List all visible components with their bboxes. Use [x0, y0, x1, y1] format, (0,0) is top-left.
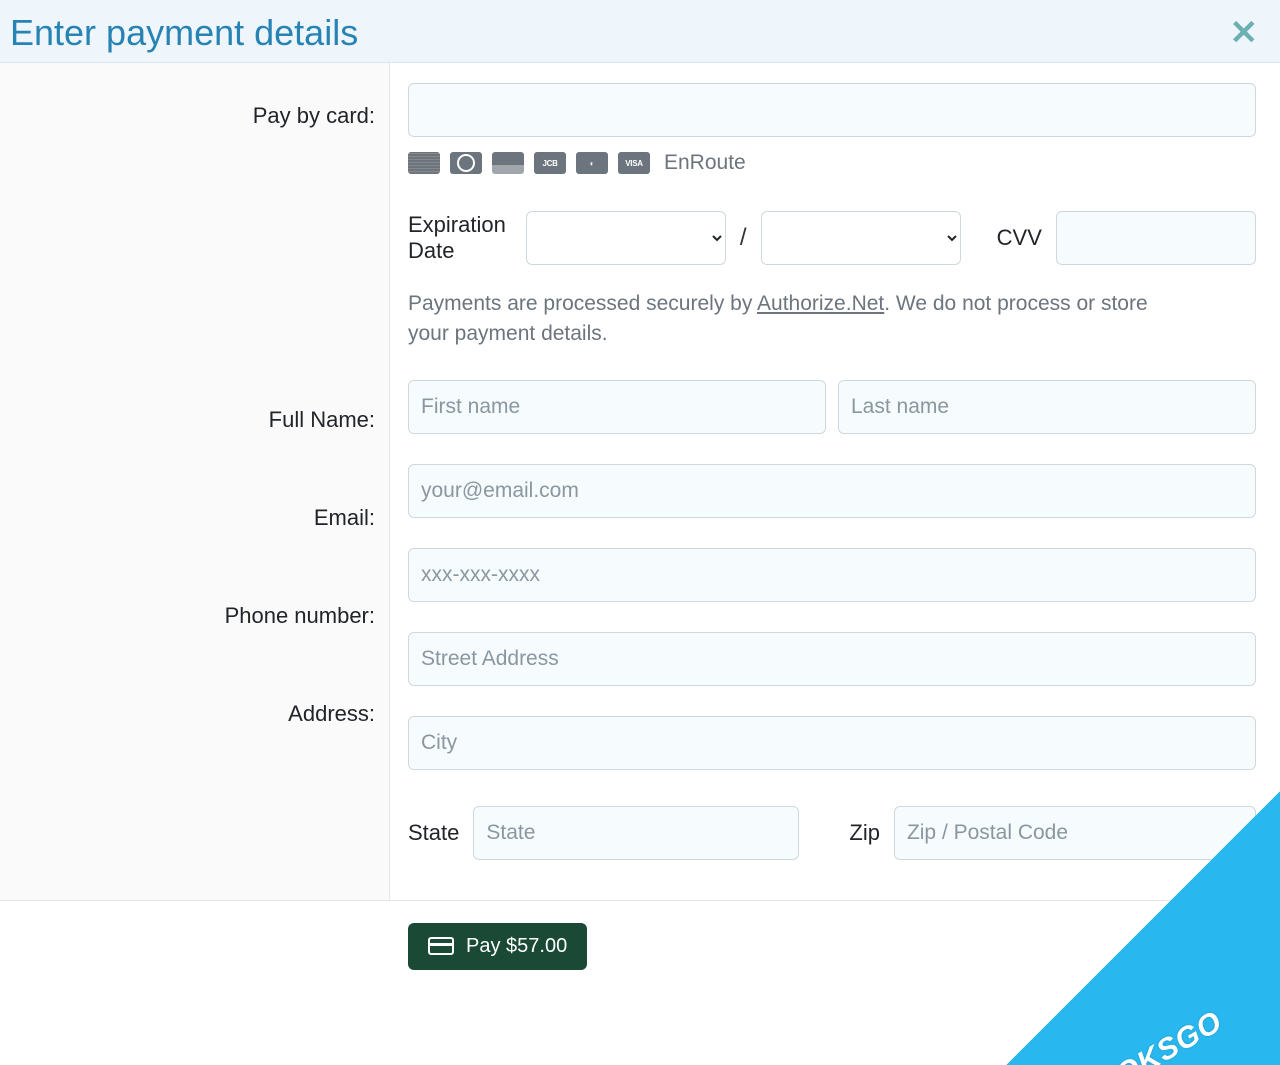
footer: Pay $57.00 [0, 900, 1280, 970]
street-input[interactable] [408, 632, 1256, 686]
close-icon[interactable]: ✕ [1222, 12, 1267, 54]
address-section: State Zip [408, 632, 1256, 860]
zip-input[interactable] [894, 806, 1256, 860]
security-note: Payments are processed securely by Autho… [408, 289, 1168, 350]
enroute-label: EnRoute [664, 151, 746, 175]
card-section: JCB ◐ VISA EnRoute Expiration Date / CVV… [408, 83, 1256, 350]
modal-body: Pay by card: Full Name: Email: Phone num… [0, 63, 1280, 970]
phone-input[interactable] [408, 548, 1256, 602]
email-input[interactable] [408, 464, 1256, 518]
modal-header: Enter payment details ✕ [0, 0, 1280, 63]
jcb-icon: JCB [534, 152, 566, 174]
full-name-label: Full Name: [269, 407, 375, 433]
exp-month-select[interactable] [526, 211, 726, 265]
form-column: JCB ◐ VISA EnRoute Expiration Date / CVV… [390, 63, 1280, 900]
card-number-input[interactable] [408, 83, 1256, 137]
visa-icon: VISA [618, 152, 650, 174]
amex-icon [408, 152, 440, 174]
diners-icon [450, 152, 482, 174]
discover-icon [492, 152, 524, 174]
phone-label: Phone number: [225, 603, 375, 629]
state-input[interactable] [473, 806, 799, 860]
credit-card-icon [428, 937, 454, 955]
exp-year-select[interactable] [761, 211, 961, 265]
last-name-input[interactable] [838, 380, 1256, 434]
expiration-label: Expiration Date [408, 212, 506, 264]
label-column: Pay by card: Full Name: Email: Phone num… [0, 63, 390, 900]
pay-button[interactable]: Pay $57.00 [408, 923, 587, 970]
first-name-input[interactable] [408, 380, 826, 434]
mastercard-icon: ◐ [576, 152, 608, 174]
cvv-label: CVV [997, 225, 1042, 251]
pay-by-card-label: Pay by card: [253, 103, 375, 129]
card-brand-icons: JCB ◐ VISA EnRoute [408, 151, 1256, 175]
city-input[interactable] [408, 716, 1256, 770]
address-label: Address: [288, 701, 375, 727]
modal-title: Enter payment details [10, 12, 358, 54]
cvv-input[interactable] [1056, 211, 1256, 265]
authorize-net-link[interactable]: Authorize.Net [757, 292, 884, 315]
phone-section [408, 548, 1256, 602]
zip-label: Zip [849, 820, 880, 846]
email-section [408, 464, 1256, 518]
name-section [408, 380, 1256, 434]
exp-slash: / [740, 224, 747, 252]
state-label: State [408, 820, 459, 846]
email-label: Email: [314, 505, 375, 531]
pay-button-label: Pay $57.00 [466, 935, 567, 958]
